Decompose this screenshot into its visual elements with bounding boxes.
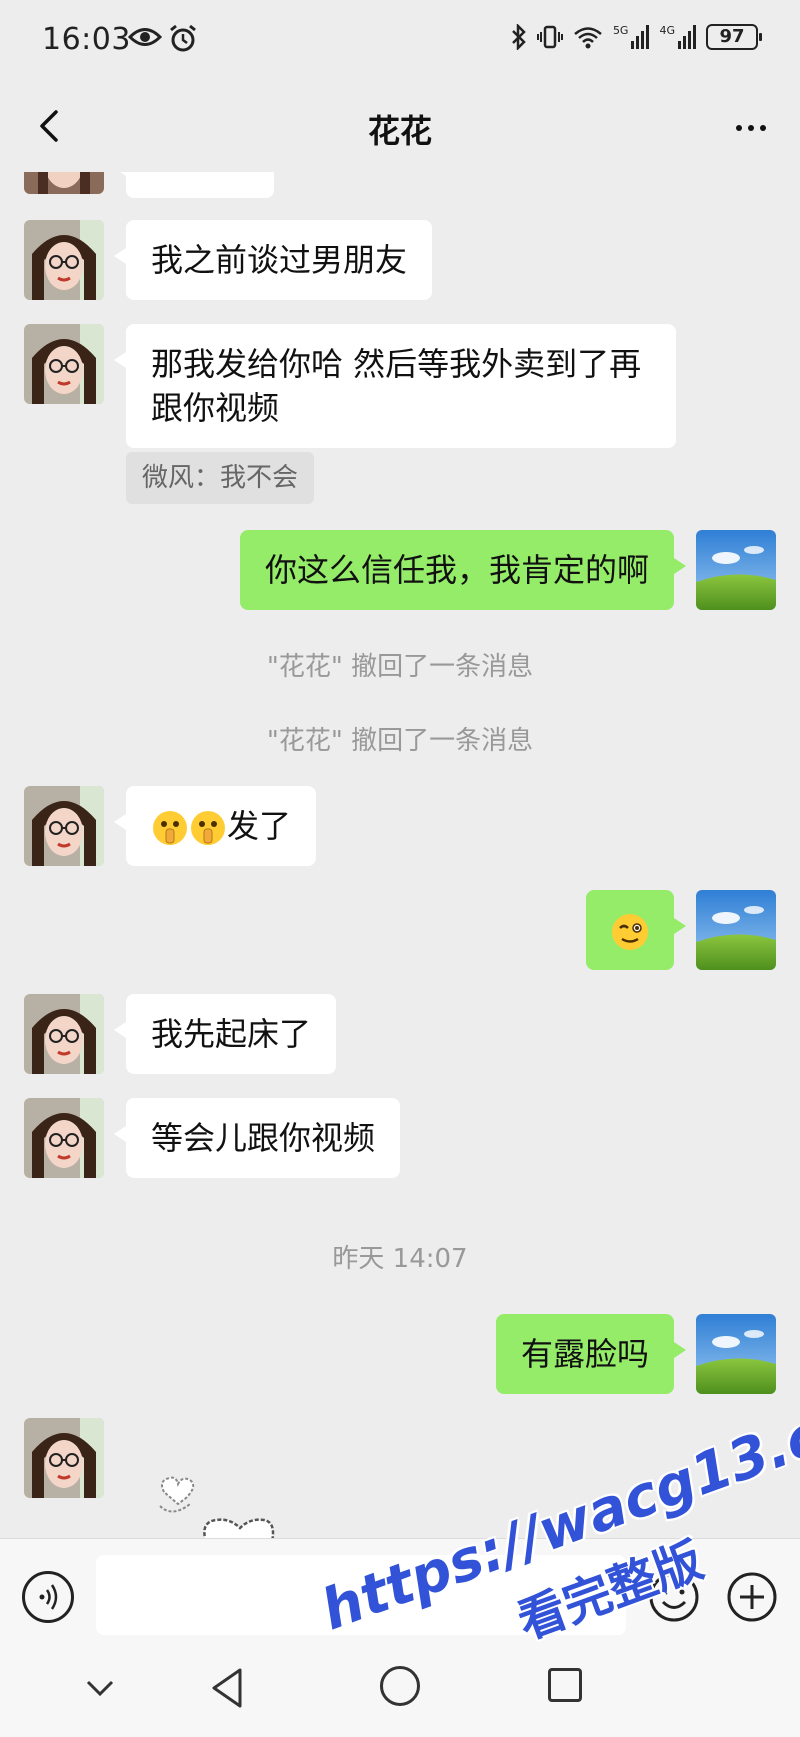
- nav-back-icon[interactable]: [208, 1666, 248, 1710]
- contact-avatar[interactable]: [24, 1098, 104, 1178]
- more-actions-button[interactable]: [726, 1571, 778, 1623]
- more-dot-icon: [736, 125, 742, 131]
- message-bubble-incoming[interactable]: 那我发给你哈 然后等我外卖到了再跟你视频: [114, 324, 676, 448]
- voice-icon: [39, 1584, 58, 1610]
- plus-icon: [727, 1572, 777, 1622]
- contact-avatar[interactable]: [24, 994, 104, 1074]
- message-text: 有露脸吗: [520, 1335, 649, 1373]
- my-avatar[interactable]: [696, 890, 776, 970]
- contact-avatar[interactable]: [24, 786, 104, 866]
- chat-title: 花花: [367, 112, 432, 150]
- quoted-reply[interactable]: 微风：我不会: [126, 452, 315, 504]
- status-icons: 5G 4G 97: [511, 24, 762, 50]
- nav-recents-icon[interactable]: [548, 1668, 582, 1702]
- message-bubble-incoming[interactable]: 等会儿跟你视频: [113, 1098, 401, 1178]
- my-avatar[interactable]: [696, 1314, 776, 1394]
- alarm-icon: [170, 24, 196, 52]
- message-bubble-outgoing[interactable]: [586, 890, 686, 970]
- contact-avatar[interactable]: [24, 172, 104, 194]
- message-list[interactable]: 我之前谈过男朋友 那我发给你哈 然后等我外卖到了再跟你视频 微风：我不会 你这么…: [0, 172, 800, 1538]
- voice-input-button[interactable]: [22, 1571, 74, 1623]
- shush-emoji-icon: [153, 811, 187, 845]
- message-text: 发了: [227, 807, 292, 845]
- message-bubble-incoming[interactable]: 我之前谈过男朋友: [113, 220, 433, 300]
- more-dot-icon: [748, 125, 754, 131]
- bluetooth-icon: [512, 24, 526, 50]
- more-options-button[interactable]: [724, 108, 778, 148]
- message-bubble-outgoing[interactable]: 有露脸吗: [495, 1314, 687, 1394]
- vibrate-icon: [536, 25, 563, 49]
- emoji-button[interactable]: [648, 1571, 700, 1623]
- message-bubble-incoming[interactable]: 发了: [113, 786, 317, 866]
- message-text: 那我发给你哈 然后等我外卖到了再跟你视频: [151, 345, 642, 427]
- message-text: 我之前谈过男朋友: [151, 241, 408, 279]
- message-bubble-cutoff[interactable]: [114, 172, 274, 198]
- my-avatar[interactable]: [696, 530, 776, 610]
- chevron-down-icon[interactable]: [82, 1670, 118, 1706]
- message-text: 等会儿跟你视频: [151, 1119, 376, 1157]
- more-dot-icon: [760, 125, 766, 131]
- system-navigation-bar: [0, 1652, 800, 1737]
- message-text: 我先起床了: [151, 1015, 312, 1053]
- smile-icon: [649, 1572, 699, 1622]
- eye-icon: [128, 28, 162, 46]
- signal-4g-icon: 4G: [659, 25, 696, 49]
- quote-text: 微风：我不会: [142, 463, 299, 493]
- contact-avatar[interactable]: [24, 220, 104, 300]
- wifi-icon: [574, 27, 602, 49]
- status-bar: 16:03 5G 4G 97: [0, 0, 800, 80]
- contact-avatar[interactable]: [24, 1418, 104, 1498]
- nav-home-icon[interactable]: [380, 1666, 420, 1706]
- recall-notice: "花花" 撤回了一条消息: [266, 652, 534, 682]
- message-input[interactable]: [96, 1555, 626, 1635]
- shush-emoji-icon: [191, 811, 225, 845]
- message-timestamp: 昨天 14:07: [332, 1244, 468, 1274]
- chat-header: 花花: [0, 80, 800, 172]
- status-time: 16:03: [42, 22, 131, 57]
- message-bubble-outgoing[interactable]: 你这么信任我，我肯定的啊: [239, 530, 687, 610]
- battery-indicator: 97: [706, 24, 762, 50]
- signal-5g-icon: 5G: [613, 25, 650, 49]
- composer-bar: [0, 1538, 800, 1652]
- contact-avatar[interactable]: [24, 324, 104, 404]
- hearts-sticker-icon[interactable]: [150, 1462, 350, 1538]
- recall-notice: "花花" 撤回了一条消息: [266, 726, 534, 756]
- message-bubble-incoming[interactable]: 我先起床了: [113, 994, 337, 1074]
- message-text: 你这么信任我，我肯定的啊: [264, 551, 649, 589]
- wink-emoji-icon: [612, 914, 648, 950]
